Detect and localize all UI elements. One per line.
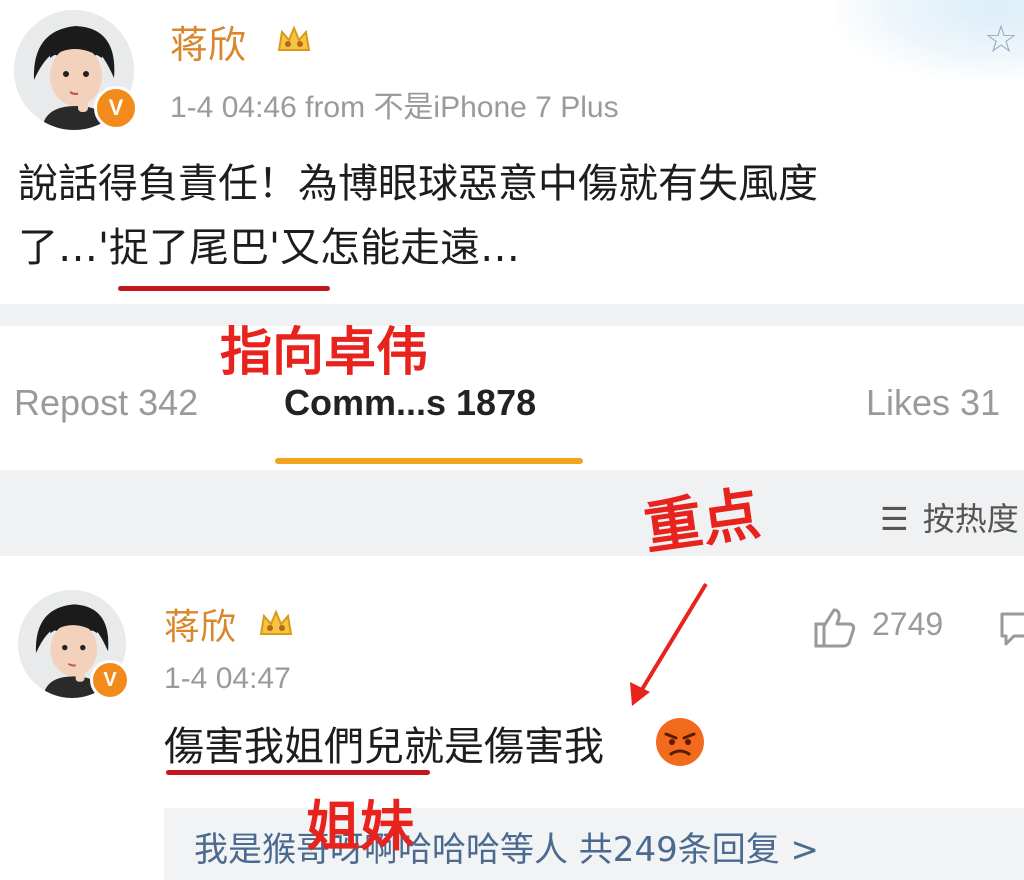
comment-crown-icon bbox=[259, 609, 293, 635]
comment-username[interactable]: 蒋欣 bbox=[164, 598, 236, 650]
post-meta: 1-4 04:46 from 不是iPhone 7 Plus bbox=[170, 91, 619, 124]
comment-verified-badge-icon: V bbox=[90, 660, 130, 700]
tab-repost[interactable]: Repost 342 bbox=[14, 382, 198, 424]
sort-label: 按热度 bbox=[922, 500, 1019, 538]
post-text: 說話得負責任！為博眼球惡意中傷就有失風度 了…'捉了尾巴'又怎能走遠… bbox=[18, 152, 1018, 280]
comment-time: 1-4 04:47 bbox=[164, 662, 291, 695]
crown-icon bbox=[277, 25, 311, 51]
comment-icon[interactable] bbox=[998, 608, 1024, 648]
annotation-sisters: 姐妹 bbox=[306, 795, 414, 858]
post-divider bbox=[0, 304, 1024, 326]
annotation-point-to: 指向卓伟 bbox=[220, 323, 429, 383]
post-text-line-2: 了…'捉了尾巴'又怎能走遠… bbox=[18, 225, 520, 271]
annotation-underline-1 bbox=[118, 286, 330, 291]
tab-comments[interactable]: Comm...s 1878 bbox=[284, 382, 536, 424]
post-username[interactable]: 蒋欣 bbox=[170, 14, 246, 69]
comment-text: 傷害我姐們兒就是傷害我 bbox=[164, 724, 604, 770]
sort-bar bbox=[0, 470, 1024, 556]
tab-likes[interactable]: Likes 31 bbox=[866, 382, 1000, 424]
annotation-arrow bbox=[630, 582, 708, 706]
angry-face-emoji-icon bbox=[656, 718, 704, 766]
comment-like-count: 2749 bbox=[872, 606, 944, 642]
active-tab-indicator bbox=[275, 458, 583, 464]
annotation-underline-2 bbox=[166, 770, 430, 775]
verified-badge-icon: V bbox=[94, 86, 138, 130]
sort-icon: ☰ bbox=[880, 500, 909, 538]
annotation-key-point: 重点 bbox=[640, 479, 764, 562]
replies-summary-link[interactable]: 我是猴哥呀啊哈哈哈等人 共249条回复 > bbox=[194, 822, 819, 871]
star-icon[interactable]: ☆ bbox=[980, 18, 1022, 60]
thumbs-up-icon[interactable] bbox=[812, 604, 858, 650]
post-text-line-1: 說話得負責任！為博眼球惡意中傷就有失風度 bbox=[18, 161, 818, 207]
sort-control[interactable]: ☰ 按热度 bbox=[880, 494, 1019, 540]
